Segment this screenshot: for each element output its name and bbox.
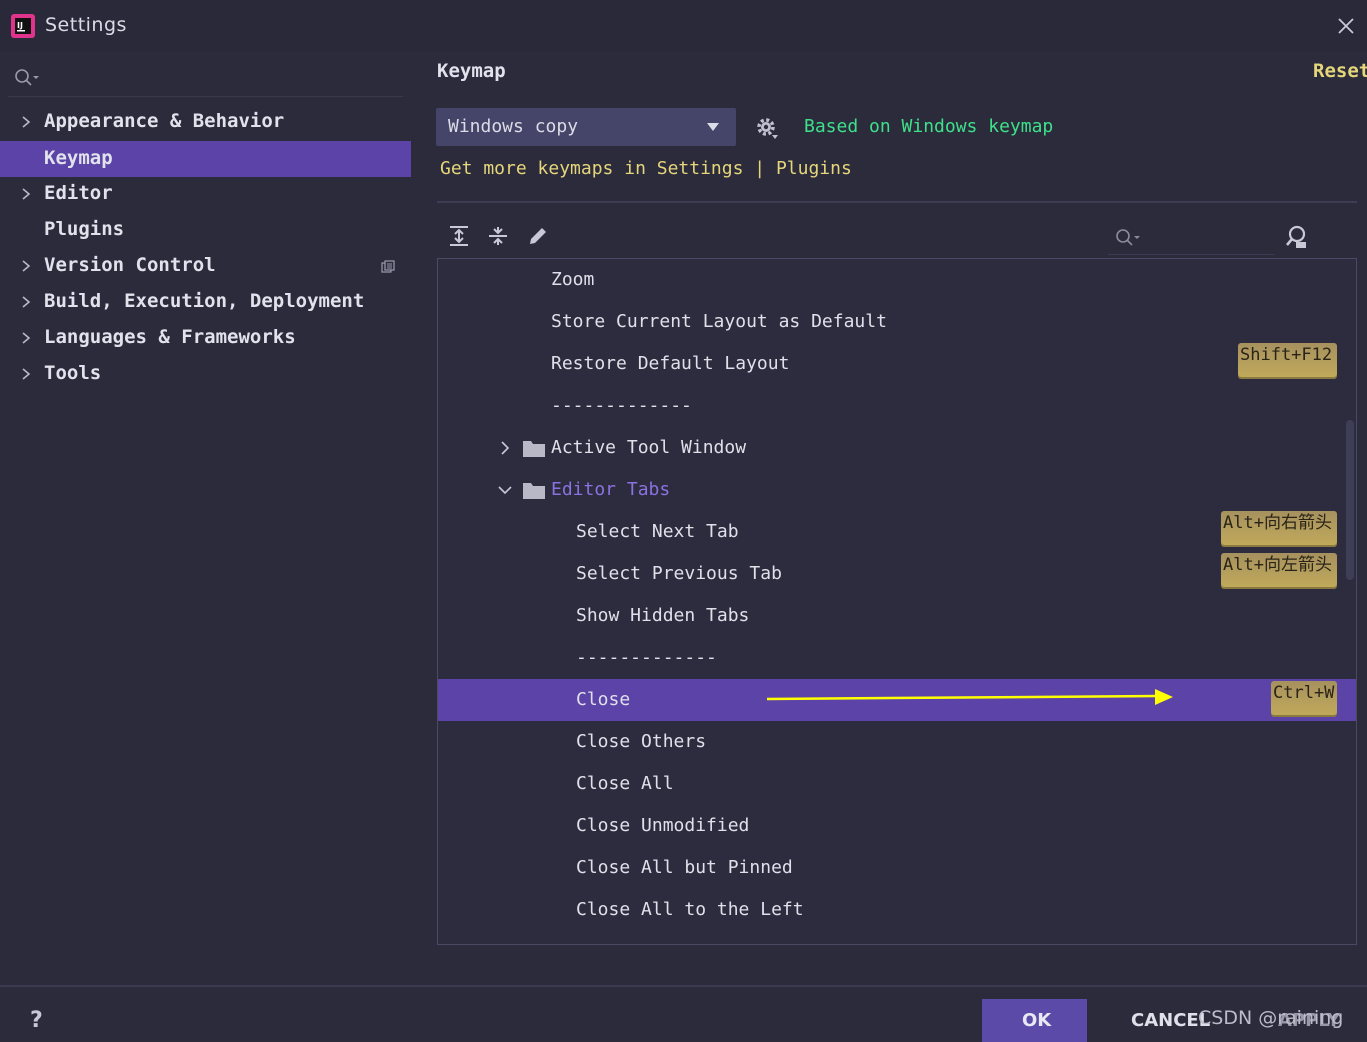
sidebar-item-label: Languages & Frameworks	[44, 326, 296, 348]
sidebar-divider	[8, 96, 403, 97]
chevron-right-icon	[22, 116, 31, 128]
tree-row[interactable]: Select Next Tab Alt+向右箭头	[438, 511, 1356, 553]
action-label: Close Unmodified	[576, 815, 750, 836]
based-on-label: Based on Windows keymap	[804, 116, 1054, 137]
tree-folder-row[interactable]: Active Tool Window	[438, 427, 1356, 469]
watermark-text: CSDN @raining	[1198, 1007, 1344, 1029]
shortcut-badge: Ctrl+W	[1271, 681, 1337, 715]
chevron-down-icon[interactable]	[498, 483, 512, 497]
intellij-logo-icon: IJ	[11, 14, 35, 38]
sidebar-item-label: Build, Execution, Deployment	[44, 290, 365, 312]
collapse-all-icon[interactable]	[486, 224, 510, 248]
tree-row[interactable]: Close All to the Left	[438, 889, 1356, 931]
sidebar-item-tools[interactable]: Tools	[0, 356, 411, 392]
action-label: Close Others	[576, 731, 707, 752]
sidebar-item-languages-frameworks[interactable]: Languages & Frameworks	[0, 320, 411, 356]
folder-label: Editor Tabs	[551, 479, 671, 500]
chevron-right-icon	[22, 368, 31, 380]
action-label: Close All	[576, 773, 674, 794]
separator-label: -------------	[551, 395, 692, 416]
action-label: Show Hidden Tabs	[576, 605, 750, 626]
tree-row[interactable]: Close Others	[438, 721, 1356, 763]
find-by-shortcut-icon[interactable]	[1284, 224, 1310, 250]
search-icon[interactable]	[14, 68, 44, 88]
sidebar-item-editor[interactable]: Editor	[0, 176, 411, 212]
keymap-dropdown[interactable]: Windows copy	[436, 108, 736, 146]
action-label: Store Current Layout as Default	[551, 311, 887, 332]
page-title: Keymap	[437, 60, 506, 82]
tree-row[interactable]: Close Unmodified	[438, 805, 1356, 847]
chevron-right-icon	[22, 188, 31, 200]
sidebar-item-keymap[interactable]: Keymap	[0, 141, 411, 177]
keymap-actions-tree[interactable]: Zoom Store Current Layout as Default Res…	[437, 258, 1357, 945]
window-title: Settings	[45, 14, 127, 36]
folder-icon	[523, 441, 545, 457]
action-label: Close All but Pinned	[576, 857, 793, 878]
divider	[437, 201, 1357, 203]
tree-row: -------------	[438, 637, 1356, 679]
title-bar	[0, 0, 1367, 52]
tree-row[interactable]: Restore Default Layout Shift+F12	[438, 343, 1356, 385]
action-label: Close	[576, 689, 631, 710]
shortcut-badge: Alt+向右箭头	[1221, 511, 1337, 545]
sidebar-item-label: Keymap	[44, 147, 113, 169]
reset-link[interactable]: Reset	[1313, 60, 1367, 82]
get-more-keymaps-link[interactable]: Get more keymaps in Settings | Plugins	[440, 158, 852, 179]
tree-row: -------------	[438, 385, 1356, 427]
edit-pencil-icon[interactable]	[526, 224, 550, 248]
svg-text:IJ: IJ	[17, 21, 23, 30]
tree-row[interactable]: Store Current Layout as Default	[438, 301, 1356, 343]
help-button[interactable]: ?	[30, 1008, 43, 1033]
sidebar-item-label: Appearance & Behavior	[44, 110, 285, 132]
action-label: Select Next Tab	[576, 521, 739, 542]
expand-all-icon[interactable]	[447, 224, 471, 248]
folder-label: Active Tool Window	[551, 437, 747, 458]
sidebar-item-label: Version Control	[44, 254, 216, 276]
tree-folder-row[interactable]: Editor Tabs	[438, 469, 1356, 511]
tree-row[interactable]: Select Previous Tab Alt+向左箭头	[438, 553, 1356, 595]
tree-row[interactable]: Show Hidden Tabs	[438, 595, 1356, 637]
sidebar-item-label: Editor	[44, 182, 113, 204]
action-label: Select Previous Tab	[576, 563, 782, 584]
ok-button-label: OK	[1022, 1010, 1052, 1031]
sidebar-item-label: Plugins	[44, 218, 125, 240]
chevron-down-icon	[707, 123, 719, 131]
gear-icon[interactable]	[755, 116, 779, 140]
shortcut-badge: Alt+向左箭头	[1221, 553, 1337, 587]
keymap-dropdown-value: Windows copy	[448, 116, 579, 137]
chevron-right-icon[interactable]	[498, 441, 512, 455]
chevron-right-icon	[22, 332, 31, 344]
separator-label: -------------	[576, 647, 717, 668]
shortcut-badge: Shift+F12	[1238, 343, 1337, 377]
folder-icon	[523, 483, 545, 499]
close-icon[interactable]	[1335, 15, 1357, 37]
tree-row[interactable]: Close All	[438, 763, 1356, 805]
action-label: Close All to the Left	[576, 899, 804, 920]
sidebar-item-version-control[interactable]: Version Control	[0, 248, 411, 284]
chevron-right-icon	[22, 260, 31, 272]
search-icon	[1116, 229, 1140, 246]
chevron-right-icon	[22, 296, 31, 308]
ok-button[interactable]: OK	[982, 999, 1087, 1042]
action-label: Zoom	[551, 269, 595, 290]
sidebar-item-build-execution-deployment[interactable]: Build, Execution, Deployment	[0, 284, 411, 320]
tree-row[interactable]: Close All but Pinned	[438, 847, 1356, 889]
sidebar-item-label: Tools	[44, 362, 102, 384]
sidebar-item-appearance-behavior[interactable]: Appearance & Behavior	[0, 104, 411, 140]
tree-scrollbar[interactable]	[1346, 420, 1354, 580]
sidebar-item-plugins[interactable]: Plugins	[0, 212, 411, 248]
action-label: Restore Default Layout	[551, 353, 790, 374]
copy-settings-icon	[381, 260, 395, 273]
tree-row[interactable]: Zoom	[438, 259, 1356, 301]
annotation-arrow	[766, 689, 1173, 705]
